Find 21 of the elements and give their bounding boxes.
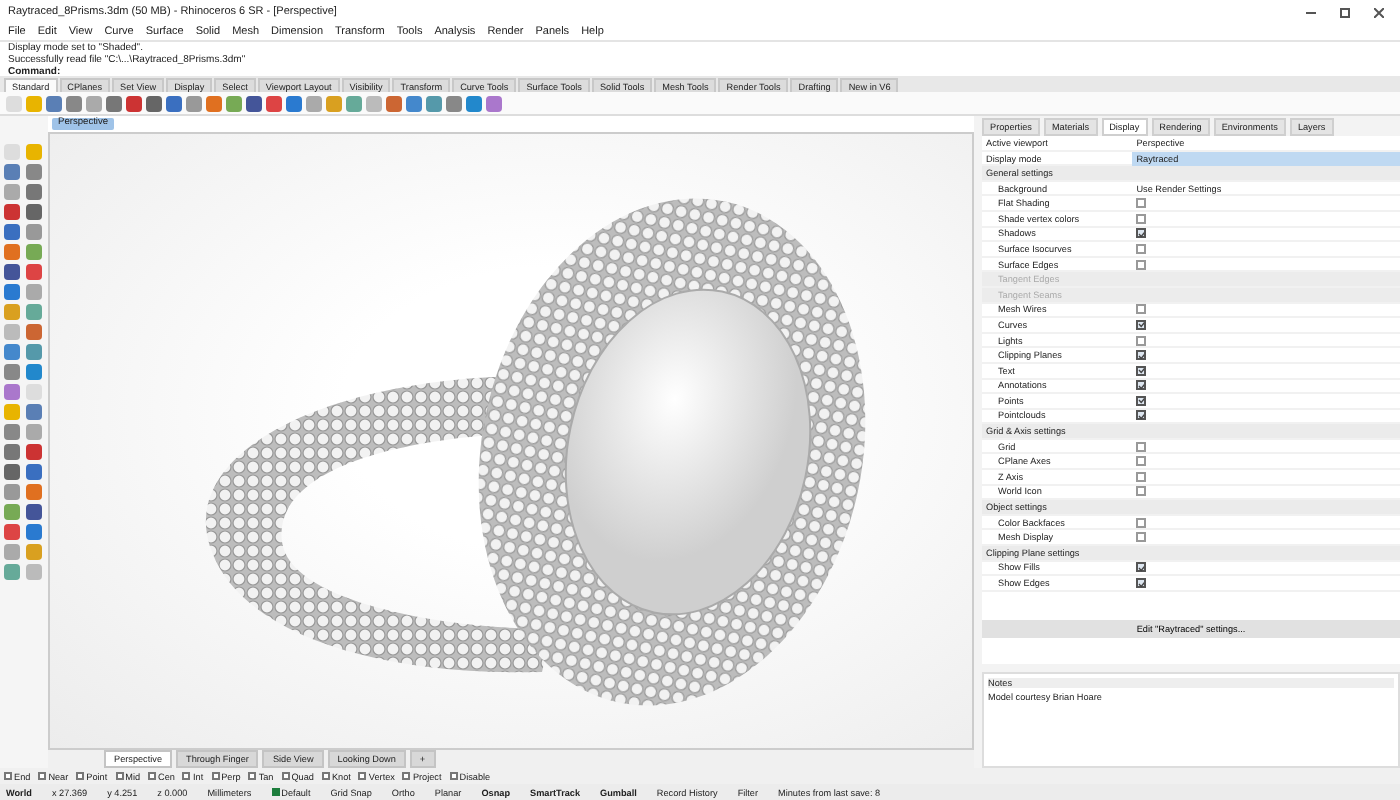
checkbox[interactable] bbox=[1136, 228, 1147, 239]
checkbox[interactable] bbox=[1136, 578, 1147, 589]
checkbox[interactable] bbox=[1136, 319, 1147, 330]
checkbox[interactable] bbox=[1136, 335, 1147, 346]
checkbox[interactable] bbox=[1136, 532, 1147, 543]
checkbox[interactable] bbox=[1136, 365, 1147, 376]
checkbox[interactable] bbox=[1136, 471, 1147, 482]
checkbox[interactable] bbox=[1136, 410, 1147, 421]
checkbox[interactable] bbox=[1136, 517, 1147, 528]
checkbox[interactable] bbox=[1136, 304, 1147, 315]
checkbox[interactable] bbox=[1136, 243, 1147, 254]
checkbox[interactable] bbox=[1136, 259, 1147, 270]
checkbox[interactable] bbox=[1136, 456, 1147, 467]
checkbox[interactable] bbox=[1136, 198, 1147, 209]
checkbox[interactable] bbox=[1136, 486, 1147, 497]
checkbox[interactable] bbox=[1136, 213, 1147, 224]
checkbox[interactable] bbox=[1136, 441, 1147, 452]
checkbox[interactable] bbox=[1136, 350, 1147, 361]
checkbox[interactable] bbox=[1136, 380, 1147, 391]
checkbox[interactable] bbox=[1136, 395, 1147, 406]
checkbox[interactable] bbox=[1136, 562, 1147, 573]
